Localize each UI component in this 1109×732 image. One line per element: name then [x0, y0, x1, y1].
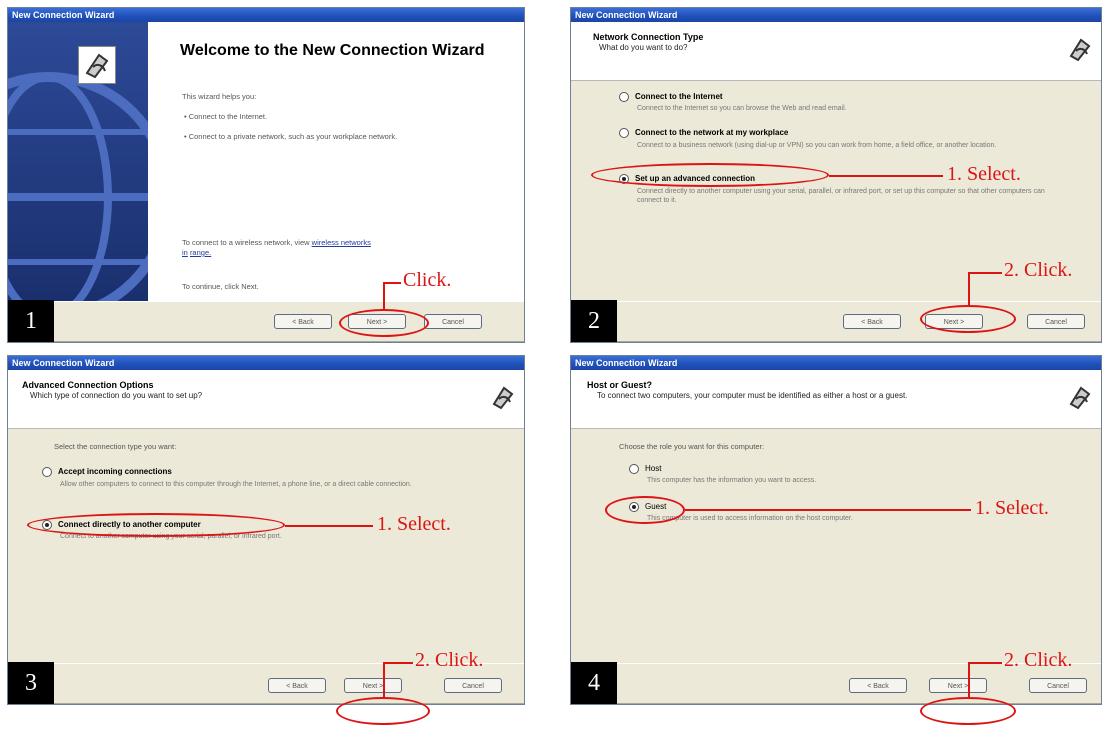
radio-button[interactable] — [42, 467, 52, 477]
highlight-next — [920, 305, 1016, 333]
highlight-option — [591, 163, 829, 187]
highlight-next — [339, 309, 429, 337]
highlight-next — [336, 697, 430, 725]
next-button[interactable]: Next > — [929, 678, 987, 693]
wizard-header: Advanced Connection Options Which type o… — [8, 370, 524, 429]
callout-hline — [383, 282, 401, 284]
callout-hline — [685, 509, 971, 511]
highlight-next — [920, 697, 1016, 725]
back-button[interactable]: < Back — [843, 314, 901, 329]
window-titlebar: New Connection Wizard — [8, 356, 524, 370]
cancel-button[interactable]: Cancel — [1029, 678, 1087, 693]
radio-button[interactable] — [619, 92, 629, 102]
bullet-internet: • Connect to the Internet. — [184, 112, 268, 121]
wizard-header: Host or Guest? To connect two computers,… — [571, 370, 1101, 429]
callout-vline — [968, 272, 970, 306]
option-internet[interactable]: Connect to the Internet — [619, 92, 723, 102]
page-title: Welcome to the New Connection Wizard — [180, 42, 485, 59]
welcome-content: Welcome to the New Connection Wizard Thi… — [148, 22, 524, 302]
window-titlebar: New Connection Wizard — [571, 356, 1101, 370]
step-number: 4 — [571, 662, 617, 704]
option-workplace[interactable]: Connect to the network at my workplace — [619, 128, 788, 138]
connection-wizard-icon — [1065, 34, 1095, 64]
callout-hline — [383, 662, 413, 664]
bullet-private-network: • Connect to a private network, such as … — [184, 132, 398, 141]
option-label: Accept incoming connections — [58, 467, 172, 477]
step-number: 1 — [8, 300, 54, 342]
button-row: < Back Next > Cancel — [571, 301, 1101, 342]
callout-hline — [829, 175, 943, 177]
back-button[interactable]: < Back — [849, 678, 907, 693]
callout-vline — [968, 662, 970, 698]
callout-hline — [968, 272, 1002, 274]
page-subtitle: What do you want to do? — [599, 43, 688, 52]
annotation-select: 1. Select. — [975, 497, 1049, 519]
wizard-sidebar — [8, 22, 148, 302]
prompt-text: Choose the role you want for this comput… — [619, 442, 765, 451]
callout-hline — [285, 525, 373, 527]
connection-wizard-icon — [85, 53, 109, 79]
prompt-text: Select the connection type you want: — [54, 442, 177, 451]
step-number: 3 — [8, 662, 54, 704]
cancel-button[interactable]: Cancel — [1027, 314, 1085, 329]
option-label: Host — [645, 464, 662, 474]
radio-button[interactable] — [619, 128, 629, 138]
option-accept-incoming[interactable]: Accept incoming connections — [42, 467, 172, 477]
back-button[interactable]: < Back — [268, 678, 326, 693]
annotation-select: 1. Select. — [377, 513, 451, 535]
page-title: Host or Guest? — [587, 380, 653, 390]
option-description: Allow other computers to connect to this… — [60, 481, 412, 488]
option-description: This computer has the information you wa… — [647, 477, 817, 484]
annotation-click: 2. Click. — [1004, 649, 1073, 671]
back-button[interactable]: < Back — [274, 314, 332, 329]
window-titlebar: New Connection Wizard — [571, 8, 1101, 22]
wizard-header: Network Connection Type What do you want… — [571, 22, 1101, 81]
step-number: 2 — [571, 300, 617, 342]
option-description: Connect to the Internet so you can brows… — [637, 105, 847, 112]
page-title: Network Connection Type — [593, 32, 704, 42]
connection-wizard-icon — [488, 382, 518, 412]
page-title: Advanced Connection Options — [22, 380, 154, 390]
radio-button[interactable] — [629, 464, 639, 474]
connection-wizard-icon — [1065, 382, 1095, 412]
wireless-text: To connect to a wireless network, view w… — [182, 238, 372, 258]
wireless-link-end[interactable]: range. — [190, 248, 211, 257]
annotation-select: 1. Select. — [947, 163, 1021, 185]
wireless-prefix: To connect to a wireless network, view — [182, 238, 310, 247]
callout-hline — [968, 662, 1002, 664]
annotation-click: 2. Click. — [1004, 259, 1073, 281]
cancel-button[interactable]: Cancel — [444, 678, 502, 693]
window-titlebar: New Connection Wizard — [8, 8, 524, 22]
cancel-button[interactable]: Cancel — [424, 314, 482, 329]
option-host[interactable]: Host — [629, 464, 661, 474]
wizard-icon — [78, 46, 116, 84]
continue-text: To continue, click Next. — [182, 282, 259, 291]
callout-vline — [383, 662, 385, 698]
callout-vline — [383, 282, 385, 310]
button-row: < Back Next > Cancel — [8, 301, 524, 342]
intro-text: This wizard helps you: — [182, 92, 257, 101]
bullet-text: Connect to the Internet. — [188, 112, 268, 121]
option-description: Connect to a business network (using dia… — [637, 142, 997, 149]
page-subtitle: Which type of connection do you want to … — [30, 391, 203, 400]
option-label: Connect to the Internet — [635, 92, 723, 102]
highlight-option — [605, 496, 685, 524]
option-description: Connect directly to another computer usi… — [637, 188, 1045, 204]
annotation-click: Click. — [403, 269, 452, 291]
page-subtitle: To connect two computers, your computer … — [597, 391, 908, 400]
option-label: Connect to the network at my workplace — [635, 128, 789, 138]
bullet-text: Connect to a private network, such as yo… — [188, 132, 398, 141]
highlight-option — [27, 513, 285, 537]
annotation-click: 2. Click. — [415, 649, 484, 671]
wizard-window-welcome: New Connection Wizard Welcome to the New… — [7, 7, 525, 343]
option-description: This computer is used to access informat… — [647, 515, 853, 522]
next-button[interactable]: Next > — [344, 678, 402, 693]
